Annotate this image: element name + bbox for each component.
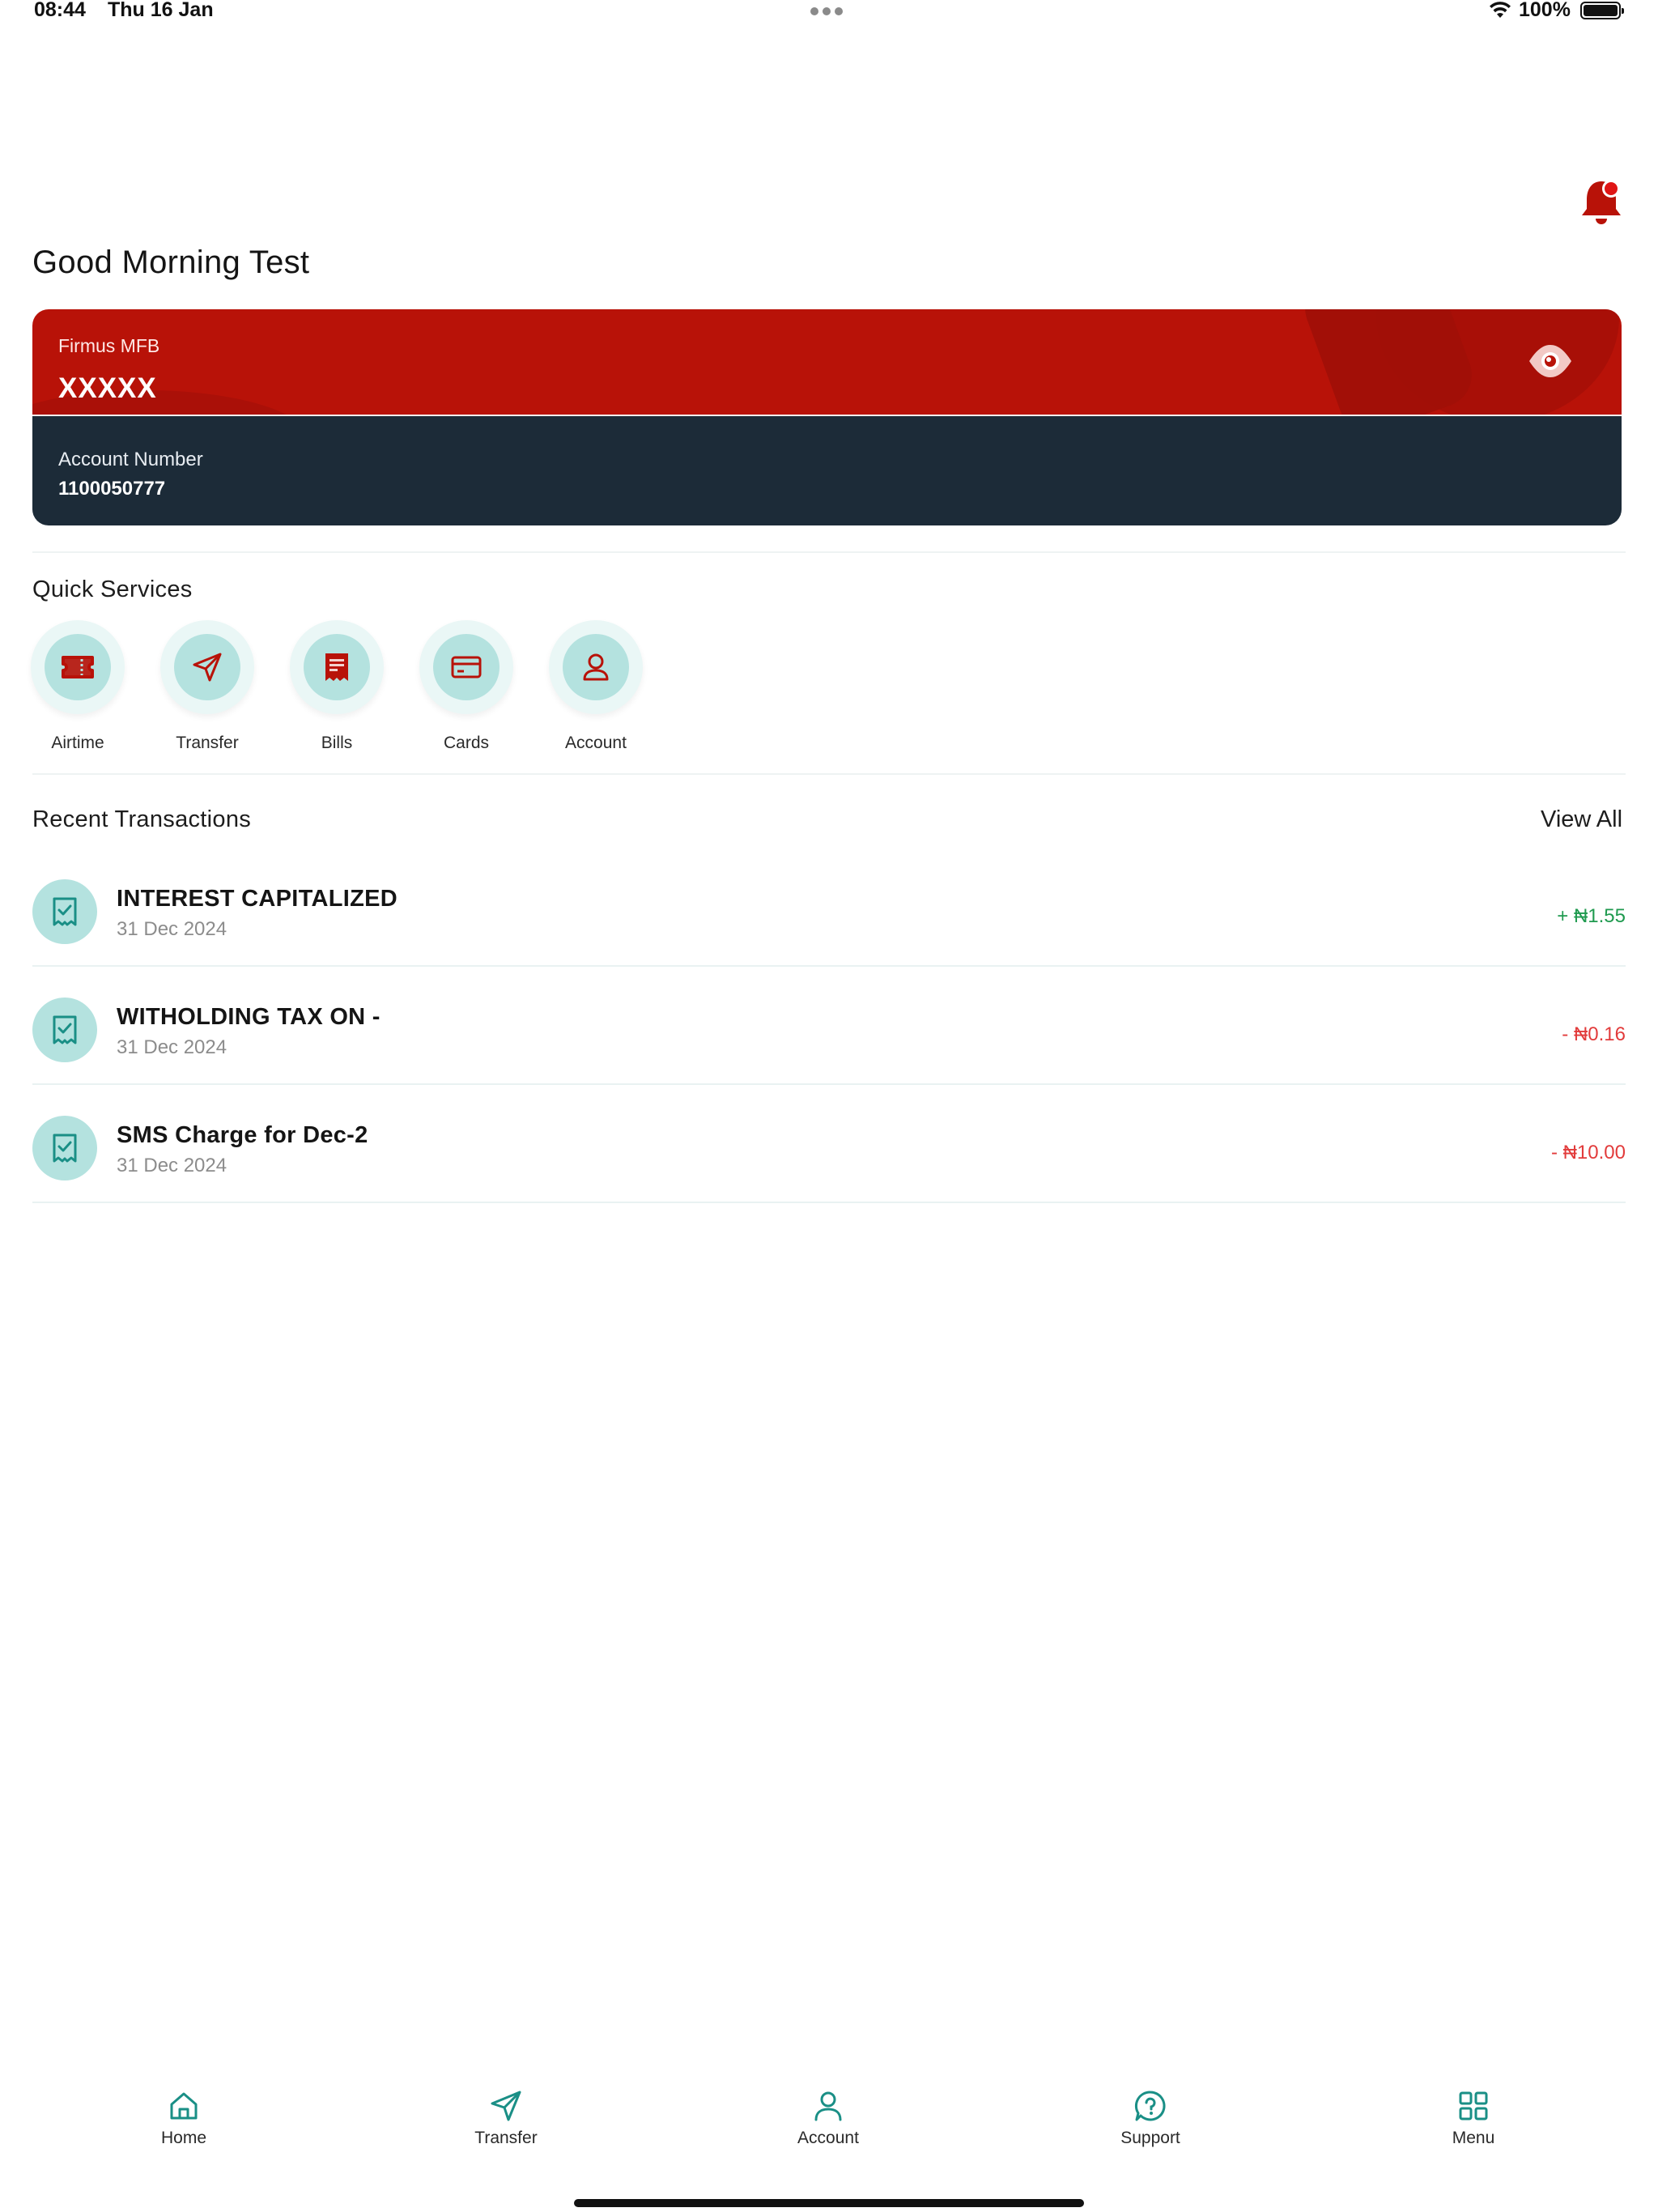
credit-card-icon (451, 656, 482, 678)
battery-percent: 100% (1519, 0, 1571, 21)
receipt-check-icon (53, 1015, 77, 1044)
user-icon (814, 2091, 842, 2121)
quick-service-label: Airtime (51, 734, 104, 752)
account-card: Firmus MFB XXXXX Account Number 11000507… (32, 309, 1622, 525)
quick-service-cards[interactable]: Cards (418, 620, 515, 753)
status-date: Thu 16 Jan (108, 0, 214, 21)
home-indicator[interactable] (574, 2199, 1084, 2207)
account-number-panel: Account Number 1100050777 (32, 416, 1622, 525)
divider (32, 551, 1626, 553)
quick-service-label: Cards (443, 734, 490, 752)
multitasking-dots-icon[interactable] (810, 7, 843, 15)
transaction-row[interactable]: INTEREST CAPITALIZED 31 Dec 2024 + ₦1.55 (32, 849, 1626, 967)
nav-label: Home (160, 2129, 207, 2147)
view-all-link[interactable]: View All (1541, 806, 1622, 833)
receipt-check-icon (53, 1134, 77, 1163)
bank-name: Firmus MFB (58, 335, 160, 356)
nav-transfer[interactable]: Transfer (449, 2089, 563, 2148)
nav-menu[interactable]: Menu (1417, 2089, 1530, 2148)
user-icon (583, 653, 609, 681)
nav-support[interactable]: Support (1094, 2089, 1207, 2148)
transaction-amount: - ₦0.16 (1562, 1023, 1626, 1045)
recent-transactions-title: Recent Transactions (32, 806, 252, 832)
balance-panel: Firmus MFB XXXXX (32, 309, 1622, 415)
nav-label: Menu (1452, 2129, 1495, 2147)
send-icon (193, 653, 222, 682)
quick-service-airtime[interactable]: Airtime (29, 620, 126, 753)
quick-service-label: Transfer (176, 734, 239, 752)
account-number-label: Account Number (58, 449, 203, 470)
quick-service-transfer[interactable]: Transfer (159, 620, 256, 753)
transaction-row[interactable]: WITHOLDING TAX ON - 31 Dec 2024 - ₦0.16 (32, 967, 1626, 1085)
transaction-date: 31 Dec 2024 (117, 1155, 227, 1176)
status-time: 08:44 (34, 0, 86, 21)
balance-value: XXXXX (58, 372, 157, 404)
nav-account[interactable]: Account (772, 2089, 885, 2148)
divider (32, 773, 1626, 775)
transaction-date: 31 Dec 2024 (117, 1036, 227, 1058)
help-bubble-icon (1134, 2091, 1166, 2121)
notification-badge (1602, 180, 1620, 198)
transaction-amount: - ₦10.00 (1550, 1142, 1626, 1163)
transaction-row[interactable]: SMS Charge for Dec-2 31 Dec 2024 - ₦10.0… (32, 1085, 1626, 1203)
transaction-title: WITHOLDING TAX ON - (117, 1004, 380, 1030)
ticket-icon (62, 656, 94, 678)
transaction-title: INTEREST CAPITALIZED (117, 886, 398, 912)
wifi-icon (1490, 2, 1511, 18)
quick-services-title: Quick Services (32, 576, 193, 602)
home-icon (170, 2092, 198, 2120)
nav-label: Transfer (474, 2129, 538, 2147)
transaction-date: 31 Dec 2024 (117, 918, 227, 940)
greeting-title: Good Morning Test (32, 245, 310, 280)
quick-service-account[interactable]: Account (547, 620, 644, 753)
quick-service-bills[interactable]: Bills (288, 620, 385, 753)
status-bar: 08:44 Thu 16 Jan 100% (0, 0, 1658, 24)
receipt-check-icon (53, 897, 77, 926)
battery-icon (1580, 2, 1624, 19)
toggle-balance-eye-icon[interactable] (1527, 340, 1574, 382)
send-icon (491, 2091, 521, 2121)
quick-service-label: Account (565, 734, 627, 752)
quick-service-label: Bills (321, 734, 353, 752)
receipt-icon (325, 653, 348, 681)
grid-icon (1459, 2091, 1488, 2121)
nav-home[interactable]: Home (127, 2089, 240, 2148)
account-number[interactable]: 1100050777 (58, 478, 165, 500)
transaction-amount: + ₦1.55 (1557, 905, 1626, 927)
nav-label: Support (1120, 2129, 1180, 2147)
transaction-title: SMS Charge for Dec-2 (117, 1122, 368, 1148)
nav-label: Account (797, 2129, 859, 2147)
